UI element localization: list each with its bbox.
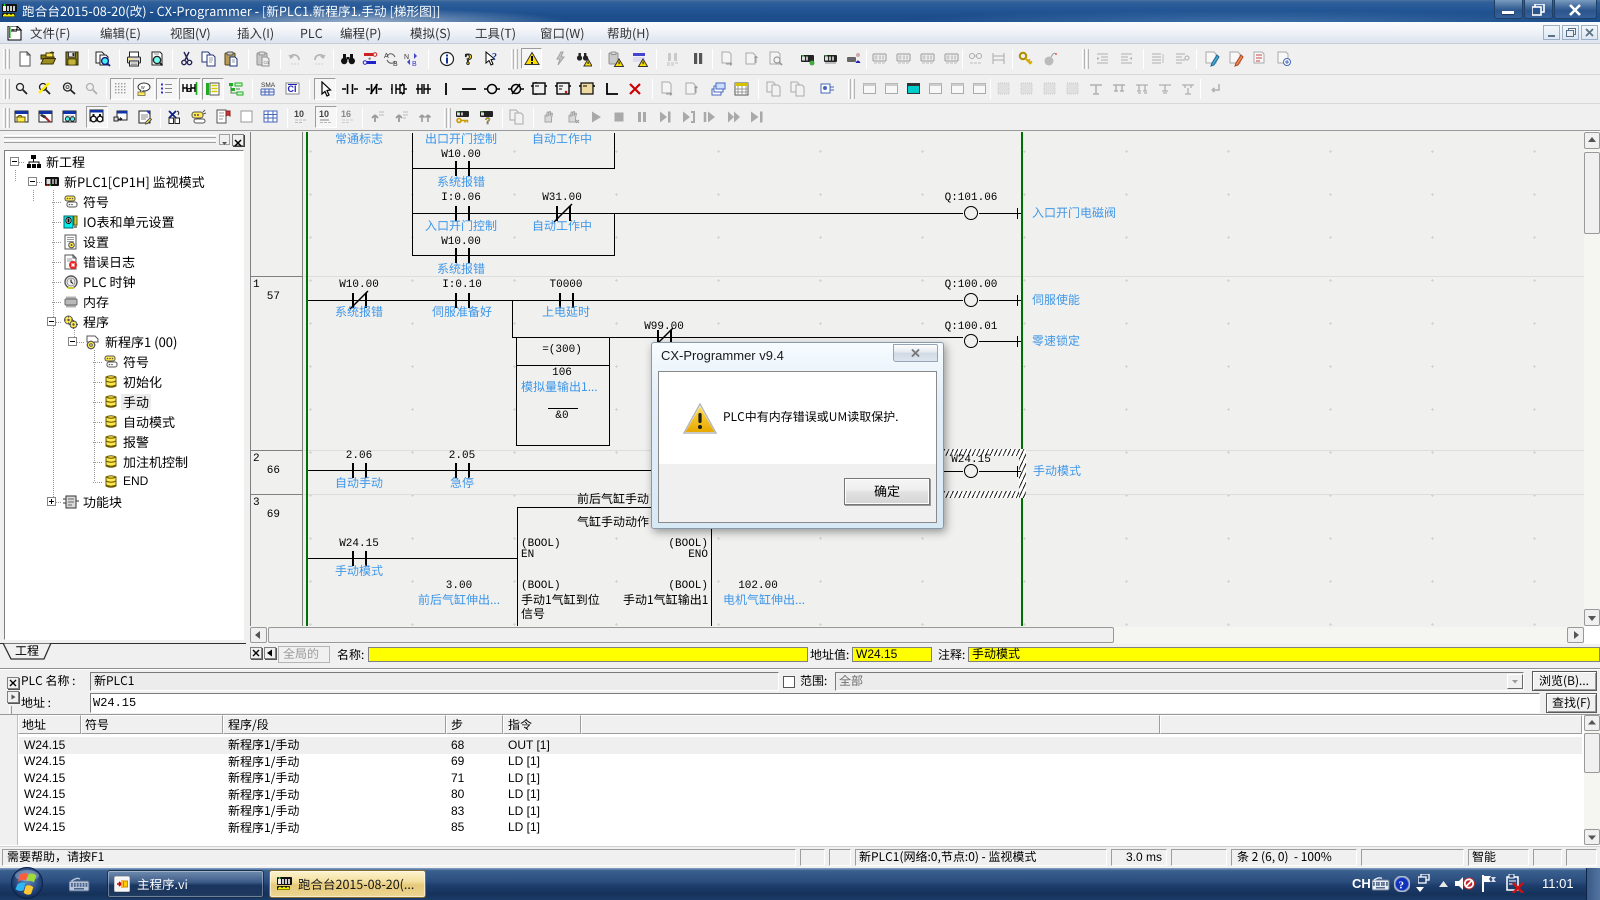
- svg-text:?: ?: [1399, 880, 1405, 892]
